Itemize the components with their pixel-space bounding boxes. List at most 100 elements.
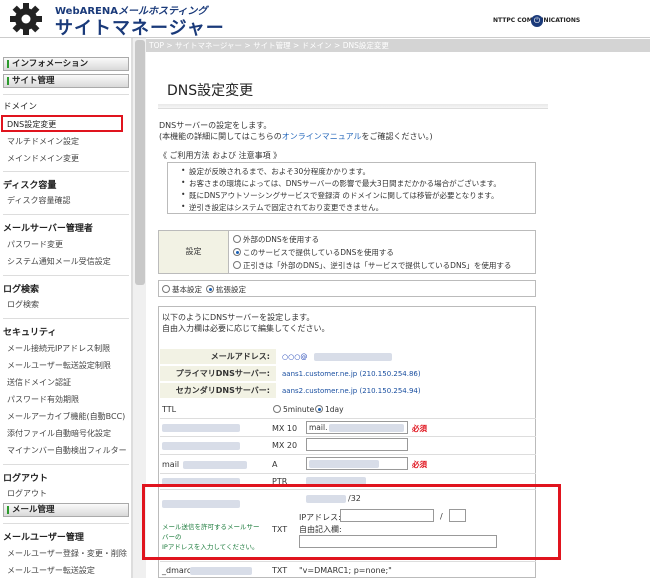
mx20-input[interactable] [306,438,408,451]
note-item: 既にDNSアウトソーシングサービスで登録済 のドメインに関しては移管が必要となり… [181,190,499,201]
sidebar-item-mail[interactable]: メール管理 [3,503,129,517]
radio-icon[interactable] [233,261,241,269]
radio-icon[interactable] [233,235,241,243]
row-divider [160,561,536,562]
dns-setting-box: 設定 外部のDNSを使用する このサービスで提供しているDNSを使用する 正引き… [158,230,536,274]
divider [3,275,129,276]
section-log: ログ検索 [3,285,40,295]
radio-selected-icon[interactable] [315,405,323,413]
sidebar-item-site[interactable]: サイト管理 [3,74,129,88]
dns-highlight-box [1,115,123,132]
note-item: お客さまの環境によっては、DNSサーバーの影響で最大3日間まだかかる場合がござい… [181,178,501,189]
section-security: セキュリティ [3,328,57,338]
row-divider [160,473,536,474]
row-divider [160,418,536,419]
row-divider [160,454,536,455]
sidebar-item-disk[interactable]: ディスク容量確認 [7,195,70,206]
section-disk: ディスク容量 [3,181,57,191]
row-divider [160,436,536,437]
a-record-label: A [272,460,278,469]
divider [3,214,129,215]
a-host-label: mail [162,460,180,469]
redacted-host [162,442,240,450]
radio-selected-icon[interactable] [206,285,214,293]
required-mark: 必須 [412,460,427,469]
sidebar-item-sec7[interactable]: マイナンバー自動検出フィルター [7,445,127,456]
divider [3,464,129,465]
ttl-5minute[interactable]: 5minute [273,405,314,414]
notes-box: 設定が反映されるまで、およそ30分程度かかります。 お客さまの環境によっては、D… [167,162,536,214]
note-item: 設定が反映されるまで、およそ30分程度かかります。 [181,166,370,177]
mode-selector: 基本設定 拡張設定 [158,280,536,297]
label-secondary-dns: セカンダリDNSサーバー: [160,383,276,399]
mx20-label: MX 20 [272,441,298,450]
sidebar-item-log[interactable]: ログ検索 [7,299,39,310]
dmarc-txt-label: TXT [272,566,288,575]
ttl-1day[interactable]: 1day [315,405,344,414]
radio-icon[interactable] [162,285,170,293]
sidebar-item-sec4[interactable]: パスワード有効期限 [7,394,79,405]
sidebar-item-sec1[interactable]: メール接続元IPアドレス制限 [7,343,110,354]
section-mailadmin: メールサーバー管理者 [3,224,93,234]
radio-selected-icon[interactable] [233,248,241,256]
section-domain: ドメイン [3,102,38,112]
sidebar-item-mu2[interactable]: メールユーザー転送設定 [7,565,95,576]
sidebar-item-multidomain[interactable]: マルチドメイン設定 [7,136,79,147]
redacted-host [183,461,247,469]
redacted-input [329,424,404,432]
radio-icon[interactable] [273,405,281,413]
app-header: WebARENAメールホスティング サイトマネージャー NTTPC COMMUN… [0,0,650,39]
notes-heading: 《 ご利用方法 および 注意事項 》 [159,151,282,160]
required-mark: 必須 [412,424,427,433]
breadcrumb: TOP > サイトマネージャー > サイト管理 > ドメイン > DNS設定変更 [146,39,650,52]
sidebar-item-maindomain[interactable]: メインドメイン変更 [7,153,79,164]
logout-power-icon[interactable]: ⏻ [531,15,543,27]
intro-line-1: DNSサーバーの設定をします。 [159,121,272,130]
divider [3,94,129,95]
note-item: 逆引き設定はシステムで固定されており変更できません。 [181,202,383,213]
setting-label: 設定 [159,231,229,273]
option-service-dns[interactable]: このサービスで提供しているDNSを使用する [233,247,394,258]
sidebar-item-sec2[interactable]: メールユーザー転送設定制限 [7,360,111,371]
ttl-label: TTL [162,405,177,414]
value-mail: ○○○@ [282,353,308,361]
mode-basic[interactable]: 基本設定 [162,284,202,295]
title-underline [158,104,548,109]
option-external-dns[interactable]: 外部のDNSを使用する [233,234,319,245]
page-title: DNS設定変更 [167,83,254,99]
value-primary-dns: aans1.customer.ne.jp (210.150.254.86) [282,370,421,378]
online-manual-link[interactable]: オンラインマニュアル [282,132,362,141]
redacted-host [162,424,240,432]
section-mailuser: メールユーザー管理 [3,533,84,543]
sidebar-item-info[interactable]: インフォメーション [3,57,129,71]
mode-extended[interactable]: 拡張設定 [206,284,246,295]
section-logout: ログアウト [3,474,49,484]
scrollbar-thumb[interactable] [135,40,145,285]
form-intro-2: 自由入力欄は必要に応じて編集してください。 [162,324,330,333]
label-primary-dns: プライマリDNSサーバー: [160,366,276,382]
redacted-input [309,460,379,468]
label-mail: メールアドレス: [160,349,276,365]
mx10-label: MX 10 [272,424,298,433]
intro-line-2: (本機能の詳細に関してはこちらのオンラインマニュアルをご確認ください。) [159,132,433,141]
option-hybrid-dns[interactable]: 正引きは「外部のDNS」、逆引きは「サービスで提供しているDNS」を使用する [233,260,511,271]
gear-icon [10,3,42,35]
redacted-host [190,567,252,575]
divider [3,523,129,524]
form-intro-1: 以下のようにDNSサーバーを設定します。 [162,313,315,322]
dmarc-label: _dmarc [162,566,192,575]
brand-title: サイトマネージャー [55,18,225,39]
sidebar-item-sec6[interactable]: 添付ファイル自動暗号化設定 [7,428,111,439]
value-secondary-dns: aans2.customer.ne.jp (210.150.254.94) [282,387,421,395]
sidebar-item-password[interactable]: パスワード変更 [7,239,63,250]
sidebar-item-notify[interactable]: システム通知メール受信設定 [7,256,111,267]
divider [3,318,129,319]
sidebar-item-sec3[interactable]: 送信ドメイン認証 [7,377,71,388]
sidebar-item-sec5[interactable]: メールアーカイブ機能(自動BCC) [7,411,125,422]
sidebar-item-logout[interactable]: ログアウト [7,488,47,499]
sidebar-item-mu1[interactable]: メールユーザー登録・変更・削除 [7,548,127,559]
sidebar-nav: インフォメーション サイト管理 ドメイン DNS設定変更 マルチドメイン設定 メ… [0,38,132,578]
redacted-value [314,353,392,361]
dmarc-value: "v=DMARC1; p=none;" [299,566,392,575]
highlight-box [142,484,561,560]
